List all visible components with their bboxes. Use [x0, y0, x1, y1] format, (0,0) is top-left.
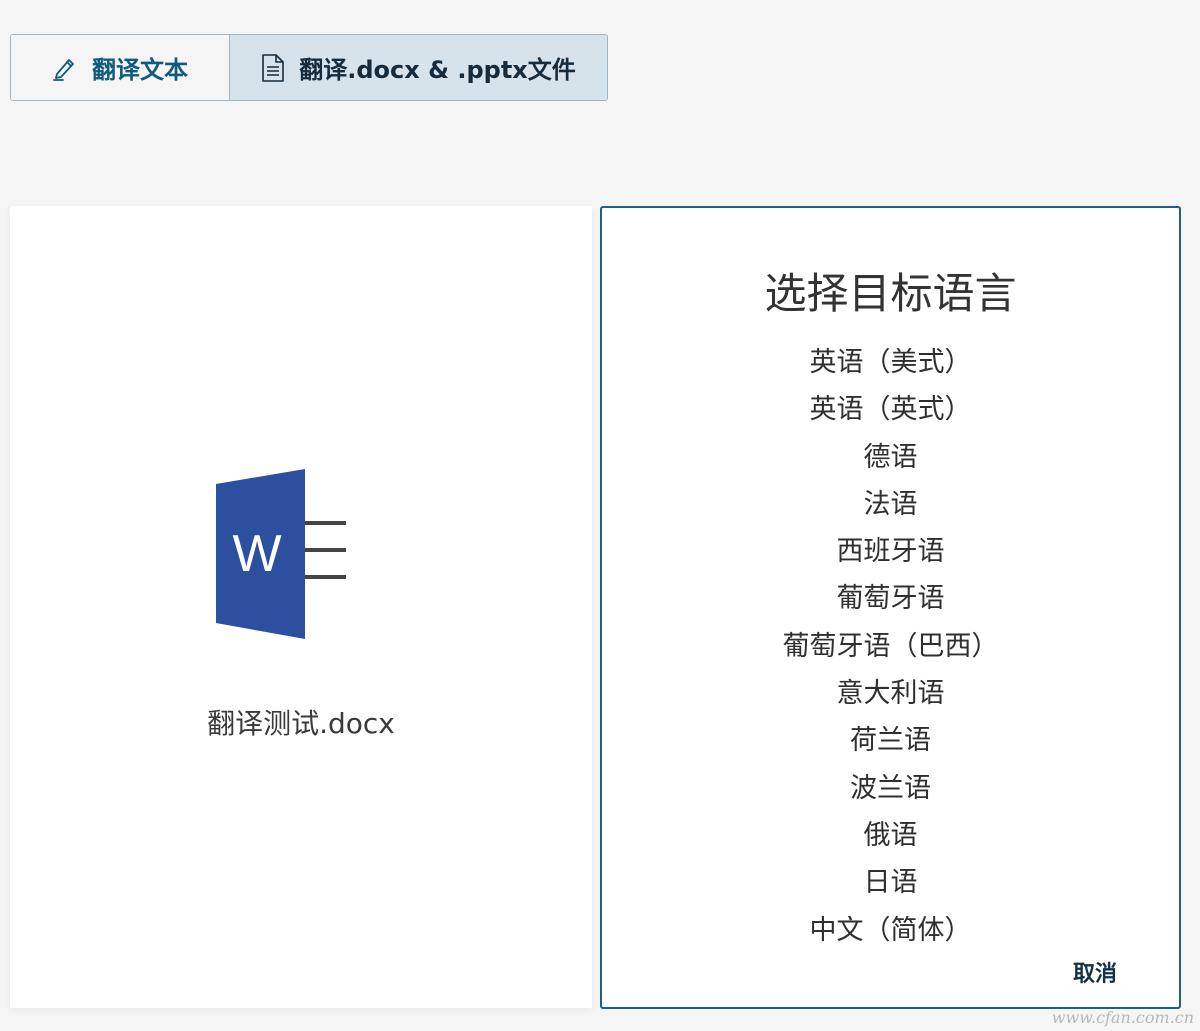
language-option[interactable]: 西班牙语 — [602, 528, 1179, 575]
word-icon-letter: W — [232, 525, 281, 583]
word-icon: W — [215, 468, 355, 640]
language-option[interactable]: 波兰语 — [602, 765, 1179, 812]
pen-icon — [52, 55, 78, 81]
language-option[interactable]: 法语 — [602, 481, 1179, 528]
tab-bar: 翻译文本 翻译.docx & .pptx文件 — [10, 34, 608, 101]
tab-translate-text[interactable]: 翻译文本 — [11, 35, 230, 100]
document-icon — [261, 53, 285, 83]
language-list: 英语（美式） 英语（英式） 德语 法语 西班牙语 葡萄牙语 葡萄牙语（巴西） 意… — [602, 339, 1179, 954]
tab-translate-file[interactable]: 翻译.docx & .pptx文件 — [230, 35, 607, 100]
language-option[interactable]: 俄语 — [602, 812, 1179, 859]
tab-translate-file-label: 翻译.docx & .pptx文件 — [299, 56, 576, 84]
language-option[interactable]: 葡萄牙语 — [602, 575, 1179, 622]
file-preview-panel: W 翻译测试.docx — [10, 206, 592, 1008]
language-option[interactable]: 日语 — [602, 859, 1179, 906]
tab-translate-text-label: 翻译文本 — [92, 56, 188, 84]
language-option[interactable]: 葡萄牙语（巴西） — [602, 623, 1179, 670]
dialog-title: 选择目标语言 — [764, 269, 1017, 318]
language-option[interactable]: 意大利语 — [602, 670, 1179, 717]
language-option[interactable]: 英语（英式） — [602, 386, 1179, 433]
watermark: www.cfan.com.cn — [1051, 1008, 1194, 1027]
file-name: 翻译测试.docx — [207, 707, 395, 740]
target-language-dialog: 选择目标语言 英语（美式） 英语（英式） 德语 法语 西班牙语 葡萄牙语 葡萄牙… — [600, 206, 1181, 1009]
language-option[interactable]: 英语（美式） — [602, 339, 1179, 386]
language-option[interactable]: 中文（简体） — [602, 907, 1179, 954]
language-option[interactable]: 德语 — [602, 434, 1179, 481]
cancel-button[interactable]: 取消 — [1073, 956, 1117, 988]
language-option[interactable]: 荷兰语 — [602, 717, 1179, 764]
